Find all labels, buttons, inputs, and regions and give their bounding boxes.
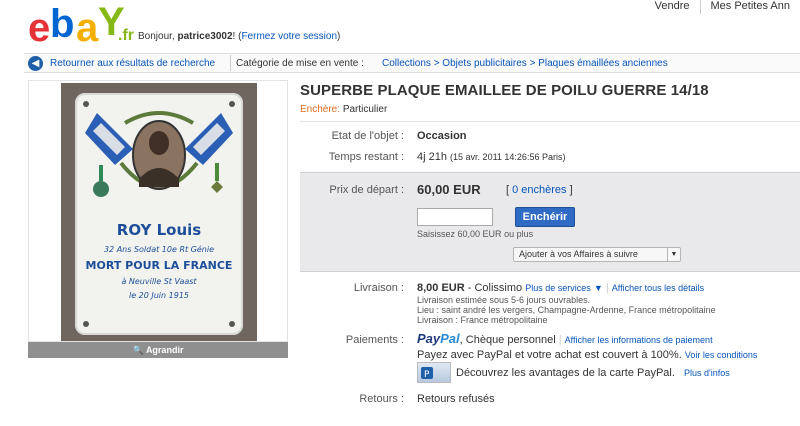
plaque-line1: 32 Ans Soldat 10e Rt Génie bbox=[103, 245, 215, 254]
plaque-line4: le 20 Juin 1915 bbox=[128, 291, 190, 300]
dropdown-arrow-icon[interactable]: ▼ bbox=[667, 248, 680, 261]
payment-divider: | bbox=[558, 334, 562, 346]
bid-button[interactable]: Enchérir bbox=[515, 207, 575, 227]
enamel-plaque: ROY Louis 32 Ans Soldat 10e Rt Génie MOR… bbox=[75, 93, 243, 335]
username: patrice3002 bbox=[177, 31, 233, 42]
listing-title: SUPERBE PLAQUE EMAILLEE DE POILU GUERRE … bbox=[300, 82, 709, 99]
time-left: 4j 21h bbox=[417, 151, 447, 163]
screw-hole bbox=[229, 321, 235, 327]
start-price: 60,00 EUR bbox=[417, 182, 481, 197]
enlarge-button[interactable]: 🔍 Agrandir bbox=[28, 342, 288, 358]
breadcrumb: ◀ Retourner aux résultats de recherche C… bbox=[24, 53, 800, 73]
paypal-card-graphic: P bbox=[421, 367, 433, 380]
greeting-prefix: Bonjour, bbox=[138, 31, 175, 42]
payment-row: PayPal, Chèque personnel | Afficher les … bbox=[417, 331, 713, 346]
breadcrumb-divider bbox=[230, 55, 231, 71]
back-to-results-link[interactable]: Retourner aux résultats de recherche bbox=[50, 58, 215, 69]
listing-type-row: Enchère: Particulier bbox=[300, 104, 800, 122]
more-info-link[interactable]: Plus d'infos bbox=[684, 368, 730, 378]
flags-and-portrait-illustration bbox=[85, 111, 233, 197]
bid-amount-input[interactable] bbox=[417, 208, 493, 226]
returns-value: Retours refusés bbox=[417, 393, 495, 405]
time-left-label: Temps restant : bbox=[328, 151, 404, 163]
category-path[interactable]: Collections > Objets publicitaires > Pla… bbox=[382, 58, 668, 69]
greeting: Bonjour, patrice3002! (Fermez votre sess… bbox=[138, 31, 340, 42]
bid-hint-suffix: ou plus bbox=[504, 229, 534, 239]
returns-label: Retours : bbox=[359, 393, 404, 405]
payment-info-link[interactable]: Afficher les informations de paiement bbox=[565, 335, 713, 345]
bid-count: [ 0 enchères ] bbox=[506, 184, 573, 196]
enlarge-label: Agrandir bbox=[145, 345, 184, 355]
shipping-method: - Colissimo bbox=[467, 282, 523, 294]
plaque-line3: à Neuville St Vaast bbox=[121, 277, 197, 286]
payment-methods: , Chèque personnel bbox=[459, 334, 556, 346]
screw-hole bbox=[83, 101, 89, 107]
logo-domain: .fr bbox=[118, 27, 134, 44]
logo-letter-e: e bbox=[28, 6, 50, 50]
nav-sell[interactable]: Vendre bbox=[645, 0, 700, 14]
end-date: (15 avr. 2011 14:26:56 Paris) bbox=[450, 152, 566, 162]
paypal-logo-pay: Pay bbox=[417, 331, 441, 346]
item-photo[interactable]: ROY Louis 32 Ans Soldat 10e Rt Génie MOR… bbox=[28, 80, 288, 342]
logout-close: ) bbox=[337, 31, 341, 42]
magnifier-icon: 🔍 bbox=[132, 345, 144, 355]
shipping-estimate: Livraison estimée sous 5-6 jours ouvrabl… bbox=[417, 295, 591, 305]
logout-link[interactable]: Fermez votre session bbox=[241, 31, 337, 42]
bid-count-close: ] bbox=[569, 184, 573, 196]
plaque-name: ROY Louis bbox=[116, 221, 202, 239]
back-arrow-icon[interactable]: ◀ bbox=[28, 56, 43, 71]
greeting-suffix: ! bbox=[232, 31, 236, 42]
shipping-label: Livraison : bbox=[353, 282, 404, 294]
ships-to: Livraison : France métropolitaine bbox=[417, 315, 548, 325]
auction-type-label: Enchère: bbox=[300, 104, 341, 115]
screw-hole bbox=[229, 101, 235, 107]
payment-label: Paiements : bbox=[345, 334, 404, 346]
seller-type: Particulier bbox=[342, 104, 388, 115]
shipping-price: 8,00 EUR bbox=[417, 282, 465, 294]
photo-background: ROY Louis 32 Ans Soldat 10e Rt Génie MOR… bbox=[61, 83, 257, 341]
category-label: Catégorie de mise en vente : bbox=[236, 58, 364, 69]
condition-label: Etat de l'objet : bbox=[331, 130, 404, 142]
shipping-row: 8,00 EUR - Colissimo Plus de services ▼ … bbox=[417, 282, 704, 294]
condition-value: Occasion bbox=[417, 130, 467, 142]
start-price-label: Prix de départ : bbox=[329, 184, 404, 196]
paypal-card-icon: P bbox=[417, 362, 451, 383]
ebay-logo[interactable]: e b a Y .fr bbox=[28, 2, 134, 48]
time-left-value: 4j 21h (15 avr. 2011 14:26:56 Paris) bbox=[417, 151, 565, 163]
logo-letter-b: b bbox=[50, 2, 74, 46]
add-to-watchlist-button[interactable]: Ajouter à vos Affaires à suivre ▼ bbox=[513, 247, 681, 262]
paypal-logo-pal: Pal bbox=[440, 331, 460, 346]
screw-hole bbox=[83, 321, 89, 327]
bid-count-link[interactable]: 0 enchères bbox=[512, 184, 566, 196]
bid-hint: Saisissez 60,00 EUR ou plus bbox=[417, 229, 533, 239]
svg-text:P: P bbox=[424, 370, 430, 380]
conditions-link[interactable]: Voir les conditions bbox=[685, 350, 758, 360]
paypal-coverage-text: Payez avec PayPal et votre achat est cou… bbox=[417, 349, 682, 361]
paypal-logo: PayPal bbox=[417, 331, 460, 346]
top-nav: Vendre Mes Petites Ann bbox=[645, 0, 800, 14]
show-all-details-link[interactable]: Afficher tous les détails bbox=[612, 283, 704, 293]
logo-letter-a: a bbox=[76, 6, 98, 50]
bid-count-open: [ bbox=[506, 184, 510, 196]
more-services-dropdown-icon[interactable]: ▼ bbox=[594, 283, 603, 293]
nav-my-ads[interactable]: Mes Petites Ann bbox=[701, 0, 800, 14]
item-location: Lieu : saint andré les vergers, Champagn… bbox=[417, 305, 716, 315]
watchlist-label: Ajouter à vos Affaires à suivre bbox=[519, 249, 638, 259]
shipping-divider: | bbox=[605, 282, 609, 294]
paypal-coverage-row: Payez avec PayPal et votre achat est cou… bbox=[417, 349, 757, 361]
more-services-link[interactable]: Plus de services bbox=[525, 283, 591, 293]
plaque-line2: MORT POUR LA FRANCE bbox=[85, 259, 233, 272]
paypal-card-text: Découvrez les avantages de la carte PayP… bbox=[456, 367, 675, 379]
bid-hint-min: Saisissez 60,00 EUR bbox=[417, 229, 502, 239]
paypal-card-row: Découvrez les avantages de la carte PayP… bbox=[456, 367, 730, 379]
